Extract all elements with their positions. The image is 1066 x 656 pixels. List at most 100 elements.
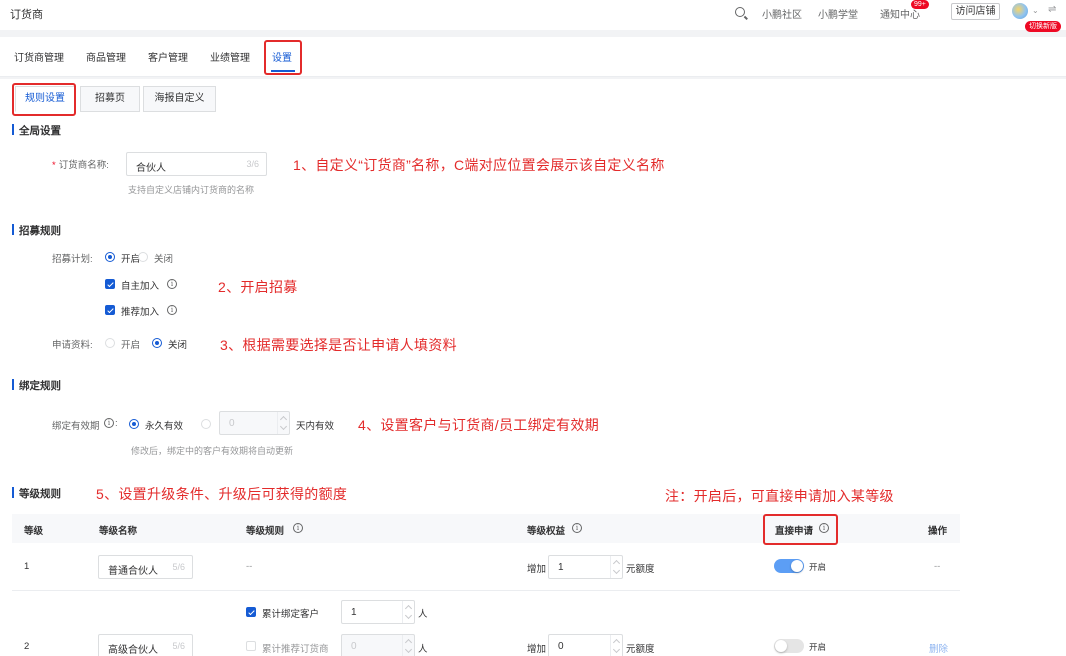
row2-delete-link[interactable]: 删除 (929, 641, 948, 655)
th-level-rule: 等级规则 (246, 526, 285, 537)
row1-benefit-input[interactable]: 1 (548, 555, 623, 579)
row1-rule: -- (246, 561, 253, 572)
row2-benefit-value: 0 (558, 641, 564, 652)
community-link[interactable]: 小鹏社区 (762, 6, 802, 21)
stepper-icon[interactable] (277, 412, 289, 434)
row2-benefit-suffix: 元额度 (626, 644, 655, 655)
char-count: 3/6 (246, 159, 259, 169)
annotation-1: 1、自定义“订货商”名称，C端对应位置会展示该自定义名称 (293, 157, 665, 173)
recruit-plan-on-radio[interactable] (105, 252, 115, 262)
self-join-label: 自主加入 (121, 281, 160, 292)
distributor-name-input[interactable]: 合伙人 3/6 (126, 152, 267, 176)
recruit-plan-label: 招募计划: (52, 254, 93, 265)
row1-benefit-prefix: 增加 (527, 564, 547, 575)
row1-name-count: 5/6 (172, 562, 185, 572)
row2-rule-a-input[interactable]: 1 (341, 600, 415, 624)
info-icon[interactable] (293, 523, 303, 533)
row2-rule-b-label: 累计推荐订货商 (262, 644, 329, 655)
highlight-box (12, 83, 76, 116)
row1-benefit-suffix: 元额度 (626, 564, 655, 575)
school-link[interactable]: 小鹏学堂 (818, 6, 858, 21)
row2-level: 2 (24, 641, 30, 652)
referral-join-checkbox[interactable] (105, 305, 115, 315)
switch-new-version-badge[interactable]: 切换新版 (1025, 21, 1061, 32)
row1-benefit-value: 1 (558, 562, 564, 573)
notification-badge: 99+ (911, 0, 929, 9)
row1-operation: -- (934, 561, 941, 572)
chevron-down-icon[interactable]: ⌄ (1032, 6, 1039, 15)
binding-days-radio[interactable] (201, 419, 211, 429)
apply-info-label: 申请资料: (52, 340, 93, 351)
row2-switch-label: 开启 (809, 642, 827, 652)
row1-direct-apply-switch[interactable] (774, 559, 804, 573)
subtab-poster-custom[interactable]: 海报自定义 (143, 86, 216, 112)
row2-rule-b-unit: 人 (418, 644, 428, 655)
annotation-5: 5、设置升级条件、升级后可获得的额度 (96, 486, 348, 502)
binding-hint: 修改后，绑定中的客户有效期将自动更新 (131, 446, 294, 456)
avatar[interactable] (1012, 3, 1028, 19)
stepper-icon[interactable] (402, 601, 414, 623)
row2-rule-b-checkbox[interactable] (246, 641, 256, 651)
recruit-plan-off-radio[interactable] (138, 252, 148, 262)
binding-days-value: 0 (229, 418, 235, 429)
section-title-level: 等级规则 (12, 486, 61, 501)
row2-rule-a-checkbox[interactable] (246, 607, 256, 617)
annotation-4: 4、设置客户与订货商/员工绑定有效期 (358, 417, 600, 433)
row2-name-input[interactable]: 高级合伙人 5/6 (98, 634, 193, 656)
row1-name-value: 普通合伙人 (108, 566, 158, 577)
tab-distributor-management[interactable]: 订货商管理 (14, 49, 64, 64)
binding-permanent-label: 永久有效 (145, 421, 184, 432)
row2-rule-b-value: 0 (351, 641, 357, 652)
apply-info-on-label: 开启 (121, 340, 141, 351)
binding-permanent-radio[interactable] (129, 419, 139, 429)
tab-performance-management[interactable]: 业绩管理 (210, 49, 250, 64)
apply-info-off-label: 关闭 (168, 340, 188, 351)
highlight-box (763, 514, 838, 545)
th-level: 等级 (24, 526, 44, 537)
row2-rule-a-label: 累计绑定客户 (262, 609, 320, 620)
tab-product-management[interactable]: 商品管理 (86, 49, 126, 64)
apply-info-off-radio[interactable] (152, 338, 162, 348)
row2-name-value: 高级合伙人 (108, 645, 158, 656)
recruit-plan-off-label: 关闭 (154, 254, 174, 265)
row2-rule-a-unit: 人 (418, 609, 428, 620)
stepper-icon[interactable] (610, 556, 622, 578)
row2-rule-b-input[interactable]: 0 (341, 634, 415, 656)
stepper-icon[interactable] (610, 635, 622, 656)
row1-name-input[interactable]: 普通合伙人 5/6 (98, 555, 193, 579)
section-title-binding: 绑定规则 (12, 378, 61, 393)
info-icon[interactable] (104, 418, 114, 428)
section-title-recruit: 招募规则 (12, 223, 61, 238)
main-nav: 订货商管理 商品管理 客户管理 业绩管理 设置 (0, 37, 1066, 77)
row2-name-count: 5/6 (172, 641, 185, 651)
distributor-name-value: 合伙人 (136, 163, 166, 174)
distributor-name-hint: 支持自定义店铺内订货商的名称 (128, 185, 255, 195)
apply-info-on-radio[interactable] (105, 338, 115, 348)
row1-switch-label: 开启 (809, 562, 827, 572)
app-title: 订货商 (10, 9, 43, 21)
stepper-icon[interactable] (402, 635, 414, 656)
annotation-note: 注：开启后，可直接申请加入某等级 (665, 488, 894, 504)
switch-icon[interactable]: ⇌ (1048, 4, 1056, 15)
binding-period-label: 绑定有效期 (52, 421, 100, 432)
section-title-global: 全局设置 (12, 123, 61, 138)
self-join-checkbox[interactable] (105, 279, 115, 289)
distributor-name-label: * 订货商名称: (52, 160, 109, 171)
visit-store-button[interactable]: 访问店铺 (951, 3, 1000, 20)
search-icon[interactable] (735, 7, 745, 17)
info-icon[interactable] (167, 279, 177, 289)
info-icon[interactable] (167, 305, 177, 315)
subtab-recruit-page[interactable]: 招募页 (80, 86, 140, 112)
row2-benefit-prefix: 增加 (527, 644, 547, 655)
row2-benefit-input[interactable]: 0 (548, 634, 623, 656)
th-level-benefit: 等级权益 (527, 526, 566, 537)
annotation-3: 3、根据需要选择是否让申请人填资料 (220, 337, 457, 353)
row2-rule-a-value: 1 (351, 607, 357, 618)
row1-level: 1 (24, 561, 30, 572)
binding-days-suffix: 天内有效 (296, 421, 335, 432)
top-bar: 订货商 小鹏社区 小鹏学堂 通知中心 99+ 访问店铺 ⌄ ⇌ 切换新版 (0, 0, 1066, 32)
tab-customer-management[interactable]: 客户管理 (148, 49, 188, 64)
binding-days-input[interactable]: 0 (219, 411, 290, 435)
row2-direct-apply-switch[interactable] (774, 639, 804, 653)
info-icon[interactable] (572, 523, 582, 533)
